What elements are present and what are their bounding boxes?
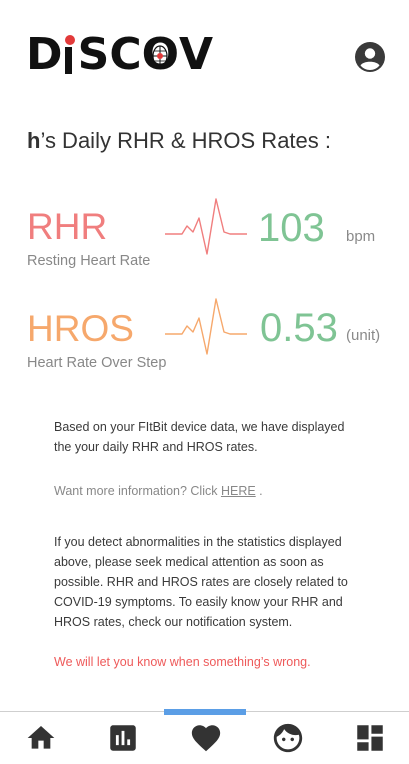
logo-letter-v: V bbox=[179, 29, 214, 80]
heart-icon bbox=[191, 725, 221, 752]
hros-unit: (unit) bbox=[346, 327, 381, 344]
more-info-suffix: . bbox=[255, 484, 263, 498]
nav-home[interactable] bbox=[16, 714, 66, 762]
rhr-unit: bpm bbox=[346, 228, 376, 245]
logo-letter-d: D bbox=[26, 29, 63, 80]
rhr-value: 103 bbox=[258, 206, 325, 250]
more-info-text: Want more information? Click bbox=[54, 484, 221, 498]
nav-dashboard[interactable] bbox=[345, 714, 395, 762]
here-link[interactable]: HERE bbox=[221, 484, 256, 498]
home-icon bbox=[27, 726, 55, 749]
bar-chart-icon bbox=[110, 725, 136, 751]
page-title: h’s Daily RHR & HROS Rates : bbox=[27, 128, 331, 154]
dashboard-icon bbox=[357, 725, 383, 751]
hros-subtitle: Heart Rate Over Step bbox=[27, 355, 167, 371]
logo-dot bbox=[65, 35, 76, 45]
discov-logo: DiSCOV bbox=[26, 30, 213, 80]
hros-label: HROS bbox=[27, 308, 134, 349]
logo-letters-sc: SC bbox=[77, 29, 142, 80]
user-name: h bbox=[27, 128, 41, 153]
nav-profile[interactable] bbox=[263, 714, 313, 762]
logo-letter-o: O bbox=[141, 29, 180, 80]
globe-icon bbox=[152, 45, 168, 67]
rhr-label: RHR bbox=[27, 206, 108, 247]
app-header: DiSCOV bbox=[0, 0, 409, 110]
face-icon bbox=[273, 723, 303, 753]
warning-paragraph: If you detect abnormalities in the stati… bbox=[54, 535, 348, 629]
nav-heart[interactable] bbox=[181, 714, 231, 762]
rhr-subtitle: Resting Heart Rate bbox=[27, 253, 151, 269]
hros-value: 0.53 bbox=[260, 306, 338, 350]
notification-note: We will let you know when something’s wr… bbox=[54, 655, 311, 669]
info-paragraph: Based on your FItBit device data, we hav… bbox=[54, 420, 345, 454]
nav-stats[interactable] bbox=[98, 714, 148, 762]
logo-letter-i: i bbox=[63, 33, 78, 77]
more-info-line: Want more information? Click HERE . bbox=[54, 481, 364, 501]
heartbeat-pulse-icon bbox=[165, 198, 247, 255]
title-text: ’s Daily RHR & HROS Rates : bbox=[40, 128, 331, 153]
heartbeat-pulse-icon bbox=[165, 298, 247, 355]
account-circle-icon[interactable] bbox=[354, 41, 386, 73]
